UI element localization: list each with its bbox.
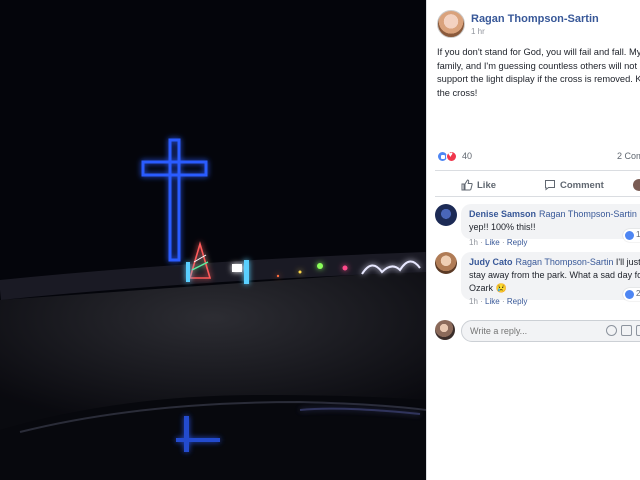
- comment-count[interactable]: 2 Comm: [617, 151, 640, 161]
- comment-like-link[interactable]: Like: [485, 297, 500, 306]
- comment-text: yep!! 100% this!!: [469, 222, 536, 232]
- meta-separator: ·: [480, 238, 483, 247]
- commenter-avatar[interactable]: [435, 204, 457, 226]
- comment-mention[interactable]: Ragan Thompson-Sartin: [539, 209, 637, 219]
- comment-button[interactable]: Comment: [544, 177, 604, 193]
- comment-author[interactable]: Judy Cato: [469, 257, 513, 267]
- post-header: Ragan Thompson-Sartin 1 hr: [437, 10, 640, 42]
- comment-meta: 1h · Like · Reply: [469, 238, 527, 247]
- commenter-avatar[interactable]: [435, 252, 457, 274]
- divider: [435, 196, 640, 197]
- meta-separator: ·: [501, 297, 505, 306]
- comment-bubble-icon: [544, 179, 556, 191]
- comment-meta: 1h · Like · Reply: [469, 297, 527, 306]
- like-thumb-icon: [461, 179, 473, 191]
- comment-reaction-badge[interactable]: 2: [623, 288, 640, 301]
- comment-reaction-count: 2: [636, 289, 640, 298]
- gif-icon[interactable]: [636, 325, 640, 336]
- comment-reaction-badge[interactable]: 1: [623, 229, 640, 242]
- post-body-text: If you don't stand for God, you will fai…: [437, 47, 640, 98]
- reaction-summary[interactable]: 40 2 Comm: [437, 150, 640, 164]
- comments-section: Denise Samson Ragan Thompson-Sartin yep!!…: [427, 198, 640, 480]
- like-button-label: Like: [477, 179, 497, 191]
- divider: [435, 170, 640, 171]
- love-reaction-icon: [446, 150, 457, 162]
- comment-button-label: Comment: [560, 179, 604, 191]
- reaction-count[interactable]: 40: [462, 151, 472, 161]
- share-as-avatar[interactable]: [633, 179, 640, 191]
- reply-tools: [606, 325, 640, 337]
- like-button[interactable]: Like: [461, 177, 496, 193]
- night-lights-photo: [0, 0, 426, 480]
- action-bar: Like Comment: [427, 174, 640, 196]
- reply-row: [435, 320, 640, 344]
- current-user-avatar: [435, 320, 455, 340]
- comment-bubble: Judy Cato Ragan Thompson-Sartin I'll just…: [461, 252, 640, 300]
- comment-time[interactable]: 1h: [469, 238, 478, 247]
- post-photo[interactable]: [0, 0, 426, 480]
- meta-separator: ·: [501, 238, 505, 247]
- comment-like-link[interactable]: Like: [485, 238, 500, 247]
- poster-avatar[interactable]: [437, 10, 465, 38]
- poster-name[interactable]: Ragan Thompson-Sartin: [471, 13, 599, 25]
- comment-author[interactable]: Denise Samson: [469, 209, 536, 219]
- comment-reaction-count: 1: [636, 230, 640, 239]
- comment-bubble: Denise Samson Ragan Thompson-Sartin yep!!…: [461, 204, 640, 239]
- comment-mention[interactable]: Ragan Thompson-Sartin: [516, 257, 614, 267]
- emoji-icon[interactable]: [606, 325, 617, 336]
- post-side-panel: Ragan Thompson-Sartin 1 hr If you don't …: [426, 0, 640, 480]
- comment-reply-link[interactable]: Reply: [507, 297, 527, 306]
- comment-reply-link[interactable]: Reply: [507, 238, 527, 247]
- meta-separator: ·: [480, 297, 483, 306]
- like-reaction-icon: [625, 290, 634, 299]
- comment-time[interactable]: 1h: [469, 297, 478, 306]
- camera-icon[interactable]: [621, 325, 632, 336]
- post-timestamp[interactable]: 1 hr: [471, 27, 485, 36]
- like-reaction-icon: [625, 231, 634, 240]
